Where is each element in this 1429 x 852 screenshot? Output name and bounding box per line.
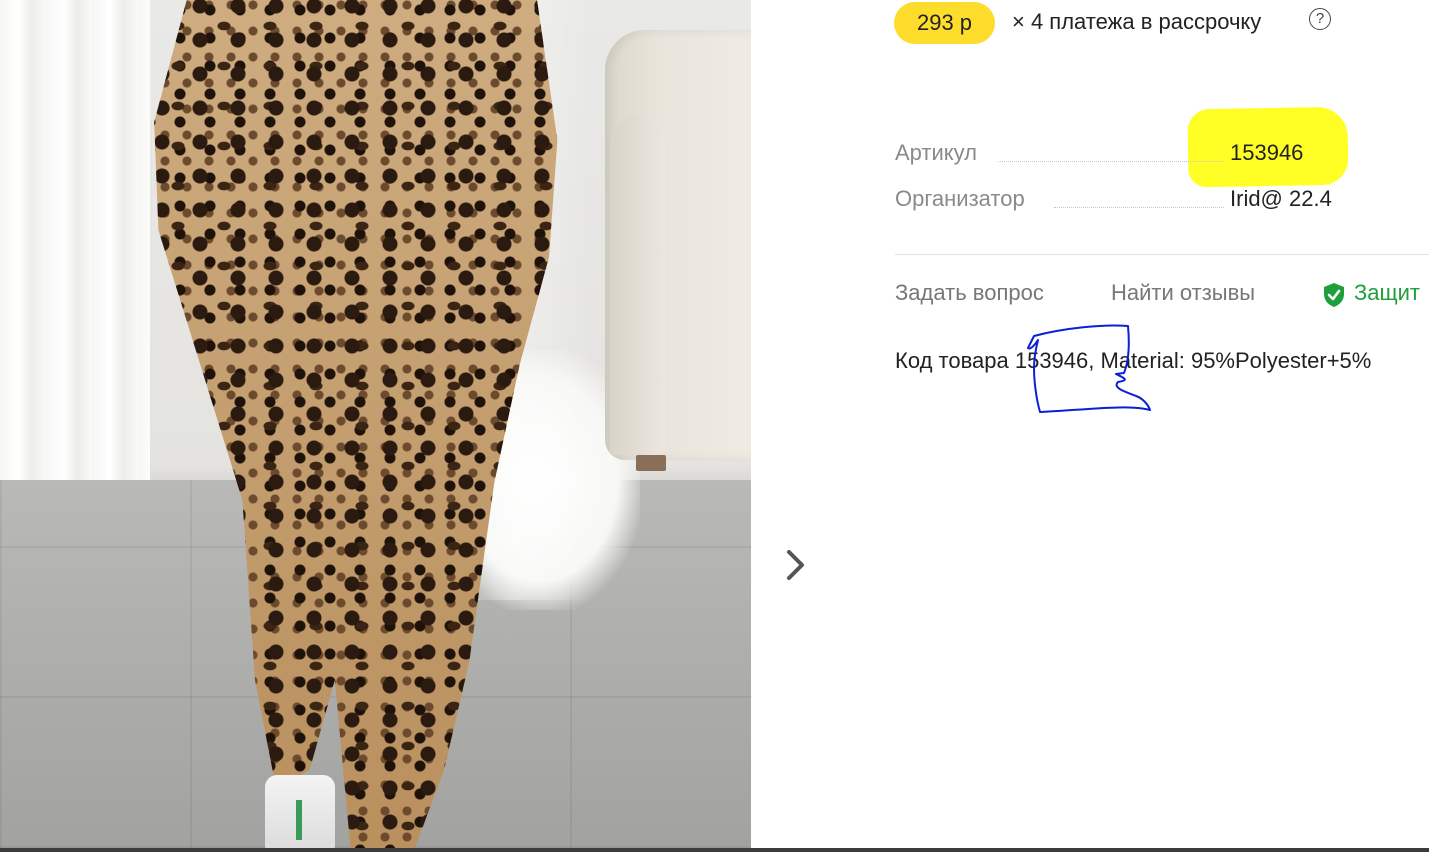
spec-dots [998, 161, 1223, 162]
find-reviews-link[interactable]: Найти отзывы [1111, 280, 1255, 306]
bottom-border [0, 848, 1429, 852]
spec-value-article: 153946 [1230, 140, 1304, 165]
armchair-leg [636, 455, 666, 471]
ask-question-link[interactable]: Задать вопрос [895, 280, 1044, 306]
product-description: Код товара 153946, Material: 95%Polyeste… [895, 348, 1429, 374]
installments-text: × 4 платежа в рассрочку [1012, 9, 1262, 34]
description-prefix: Код товара [895, 348, 1015, 373]
shield-check-icon [1322, 282, 1346, 308]
spec-label-organizer: Организатор [895, 186, 1025, 211]
chevron-right-icon[interactable] [783, 548, 809, 582]
question-circle-icon[interactable]: ? [1309, 8, 1331, 30]
spec-value-organizer[interactable]: Irid@ 22.4 [1230, 186, 1332, 212]
armchair-arm [610, 115, 665, 455]
description-suffix: , Material: 95%Polyester+5% [1088, 348, 1372, 373]
spec-label-article: Артикул [895, 140, 978, 165]
installment-price-badge[interactable]: 293 р [894, 2, 995, 44]
product-photo[interactable] [0, 0, 751, 848]
divider [895, 254, 1429, 255]
sneaker-stripe [296, 800, 302, 840]
spec-dots [1054, 207, 1224, 208]
buyer-protection-link[interactable]: Защит [1354, 280, 1429, 306]
product-code: 153946 [1014, 348, 1089, 373]
